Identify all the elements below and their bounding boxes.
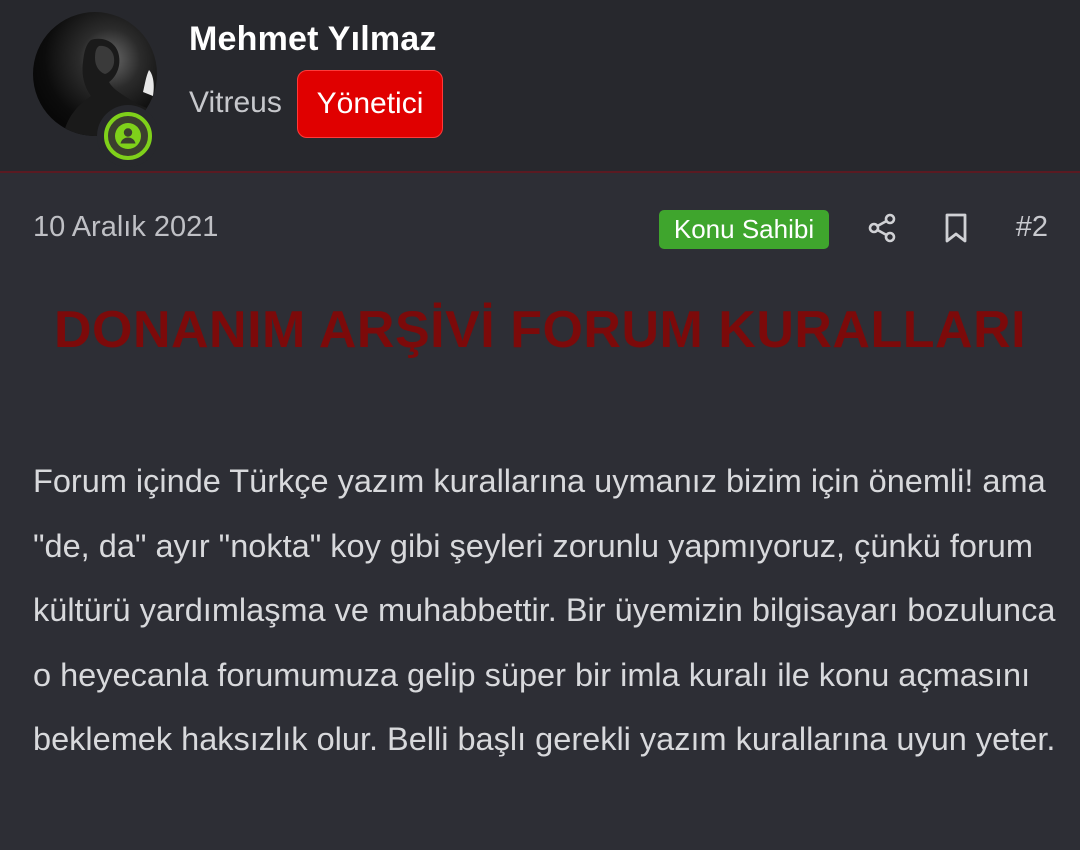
post-date[interactable]: 10 Aralık 2021 <box>33 211 218 244</box>
post-number-link[interactable]: #2 <box>1016 211 1048 244</box>
post-author-header: Mehmet Yılmaz Vitreus Yönetici <box>0 0 1080 173</box>
post-heading: DONANIM ARŞİVİ FORUM KURALLARI <box>53 301 1027 359</box>
bookmark-icon <box>945 213 967 243</box>
online-status-badge <box>97 105 159 167</box>
thread-owner-badge: Konu Sahibi <box>659 210 829 249</box>
role-badge: Yönetici <box>297 70 443 138</box>
author-name[interactable]: Mehmet Yılmaz <box>189 20 437 59</box>
author-user-title: Vitreus <box>189 86 282 119</box>
author-avatar-container[interactable] <box>33 12 159 167</box>
post-body-text: Forum içinde Türkçe yazım kurallarına uy… <box>33 463 1056 757</box>
user-online-icon <box>115 123 141 149</box>
share-icon <box>868 213 896 243</box>
share-button[interactable] <box>862 208 902 248</box>
bookmark-button[interactable] <box>936 208 976 248</box>
